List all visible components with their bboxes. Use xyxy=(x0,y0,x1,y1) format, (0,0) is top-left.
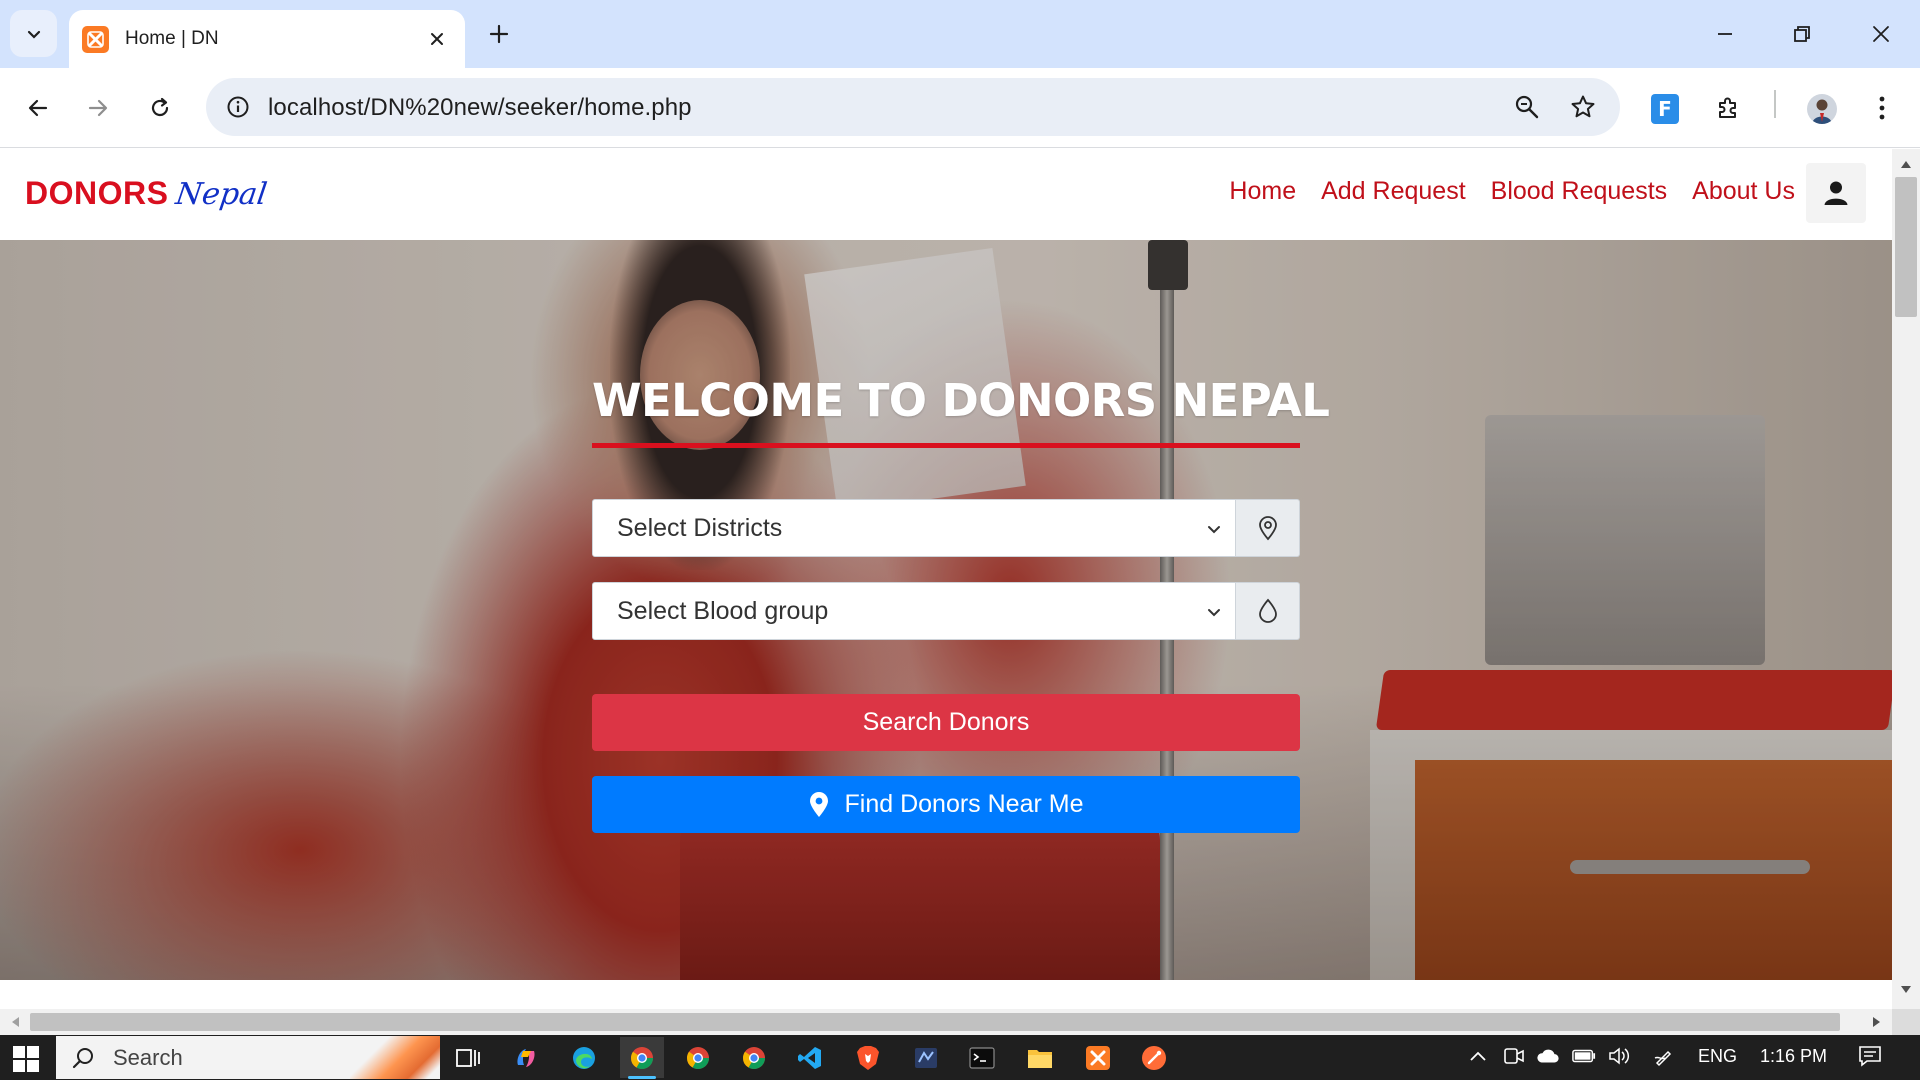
copilot-app-icon[interactable] xyxy=(504,1037,548,1078)
task-view-icon[interactable] xyxy=(446,1037,490,1078)
search-icon xyxy=(72,1048,93,1069)
user-account-button[interactable] xyxy=(1806,163,1866,223)
nav-link-about-us[interactable]: About Us xyxy=(1692,177,1795,206)
scroll-down-arrow-icon[interactable] xyxy=(1899,983,1913,997)
vscode-app-icon[interactable] xyxy=(788,1037,832,1078)
postman-app-icon[interactable] xyxy=(1132,1037,1176,1078)
windows-start-icon[interactable] xyxy=(12,1045,40,1073)
hero-title: WELCOME TO DONORS NEPAL xyxy=(592,374,1330,427)
profile-avatar[interactable] xyxy=(1807,94,1837,124)
battery-icon[interactable] xyxy=(1572,1044,1596,1068)
tab-title: Home | DN xyxy=(125,28,219,49)
volume-speaker-icon[interactable] xyxy=(1608,1044,1632,1068)
site-navbar: DONORS Nepal Home Add Request Blood Requ… xyxy=(0,149,1892,240)
edge-app-icon[interactable] xyxy=(562,1037,606,1078)
language-indicator[interactable]: ENG xyxy=(1698,1046,1737,1067)
fi-extension-icon[interactable]: F xyxy=(1651,94,1679,124)
search-donors-button[interactable]: Search Donors xyxy=(592,694,1300,751)
chrome-profile2-app-icon[interactable] xyxy=(732,1037,776,1078)
file-explorer-app-icon[interactable] xyxy=(1018,1037,1062,1078)
browser-toolbar: localhost/DN%20new/seeker/home.php F xyxy=(0,68,1920,148)
scroll-right-arrow-icon[interactable] xyxy=(1870,1015,1884,1029)
bookmark-star-icon[interactable] xyxy=(1566,90,1600,124)
taskbar-search-box[interactable]: Search xyxy=(56,1036,440,1079)
chrome-profile-app-icon[interactable] xyxy=(676,1037,720,1078)
chevron-down-icon xyxy=(27,30,40,39)
extensions-puzzle-icon[interactable] xyxy=(1706,86,1750,130)
pen-input-icon[interactable] xyxy=(1652,1044,1676,1068)
scrollbar-corner xyxy=(1892,1009,1920,1035)
search-highlight-decoration xyxy=(350,1036,440,1079)
reload-icon[interactable] xyxy=(138,86,182,130)
page-viewport: DONORS Nepal Home Add Request Blood Requ… xyxy=(0,149,1892,1009)
horizontal-scrollbar[interactable] xyxy=(0,1009,1892,1035)
hero-title-underline xyxy=(592,443,1300,448)
nav-link-add-request[interactable]: Add Request xyxy=(1321,177,1466,206)
new-tab-plus-icon[interactable] xyxy=(484,19,514,49)
forward-arrow-icon[interactable] xyxy=(76,86,120,130)
nav-link-home[interactable]: Home xyxy=(1229,177,1296,206)
chevron-down-icon xyxy=(1205,603,1223,621)
find-donors-near-me-button[interactable]: Find Donors Near Me xyxy=(592,776,1300,833)
restore-window-icon[interactable] xyxy=(1782,14,1822,54)
tab-close-icon[interactable] xyxy=(425,27,449,51)
close-window-icon[interactable] xyxy=(1861,14,1901,54)
taskbar-clock[interactable]: 1:16 PM xyxy=(1760,1046,1827,1067)
vertical-scroll-thumb[interactable] xyxy=(1895,177,1917,317)
minimize-window-icon[interactable] xyxy=(1705,14,1745,54)
zoom-magnifier-icon[interactable] xyxy=(1510,90,1544,124)
vertical-scrollbar[interactable] xyxy=(1892,149,1920,1009)
xampp-app-icon[interactable] xyxy=(1076,1037,1120,1078)
horizontal-scroll-thumb[interactable] xyxy=(30,1013,1840,1031)
blood-drop-icon xyxy=(1236,582,1300,640)
chevron-down-icon xyxy=(1205,520,1223,538)
meet-now-icon[interactable] xyxy=(1502,1044,1526,1068)
site-logo[interactable]: DONORS Nepal xyxy=(25,175,270,212)
find-donors-near-me-label: Find Donors Near Me xyxy=(844,790,1084,818)
address-bar[interactable]: localhost/DN%20new/seeker/home.php xyxy=(206,78,1620,136)
notifications-icon[interactable] xyxy=(1858,1044,1882,1068)
district-select-value: Select Districts xyxy=(617,513,783,542)
location-pin-outline-icon xyxy=(1236,499,1300,557)
scroll-left-arrow-icon[interactable] xyxy=(8,1015,22,1029)
blood-group-select[interactable]: Select Blood group xyxy=(592,582,1236,640)
nav-link-blood-requests[interactable]: Blood Requests xyxy=(1491,177,1668,206)
browser-menu-dots-icon[interactable] xyxy=(1860,86,1904,130)
user-icon xyxy=(1824,181,1848,205)
xampp-favicon-icon xyxy=(82,25,109,53)
taskbar-search-placeholder: Search xyxy=(113,1044,183,1070)
brand-script: Nepal xyxy=(173,177,270,212)
hero-section: WELCOME TO DONORS NEPAL Select Districts… xyxy=(0,240,1892,980)
map-pin-icon xyxy=(809,791,829,818)
district-select[interactable]: Select Districts xyxy=(592,499,1236,557)
brave-app-icon[interactable] xyxy=(846,1037,890,1078)
url-text: localhost/DN%20new/seeker/home.php xyxy=(268,94,692,121)
browser-tab-strip: Home | DN xyxy=(0,0,1920,68)
blood-group-select-value: Select Blood group xyxy=(617,596,829,625)
show-hidden-icons-chevron-icon[interactable] xyxy=(1466,1044,1490,1068)
browser-tab-active[interactable]: Home | DN xyxy=(69,10,465,68)
back-arrow-icon[interactable] xyxy=(16,86,60,130)
tab-search-button[interactable] xyxy=(10,10,57,57)
nav-links: Home Add Request Blood Requests About Us xyxy=(1229,177,1795,206)
toolbar-separator xyxy=(1774,90,1776,118)
ssms-app-icon[interactable] xyxy=(904,1037,948,1078)
search-donors-label: Search Donors xyxy=(862,708,1030,736)
scroll-up-arrow-icon[interactable] xyxy=(1899,157,1913,171)
active-app-indicator xyxy=(628,1076,656,1079)
chrome-app-icon-active[interactable] xyxy=(620,1037,664,1078)
brand-name: DONORS xyxy=(25,175,169,211)
district-select-group: Select Districts xyxy=(592,499,1300,557)
terminal-app-icon[interactable] xyxy=(960,1037,1004,1078)
blood-group-select-group: Select Blood group xyxy=(592,582,1300,640)
site-info-icon[interactable] xyxy=(220,89,256,125)
onedrive-cloud-icon[interactable] xyxy=(1536,1044,1560,1068)
